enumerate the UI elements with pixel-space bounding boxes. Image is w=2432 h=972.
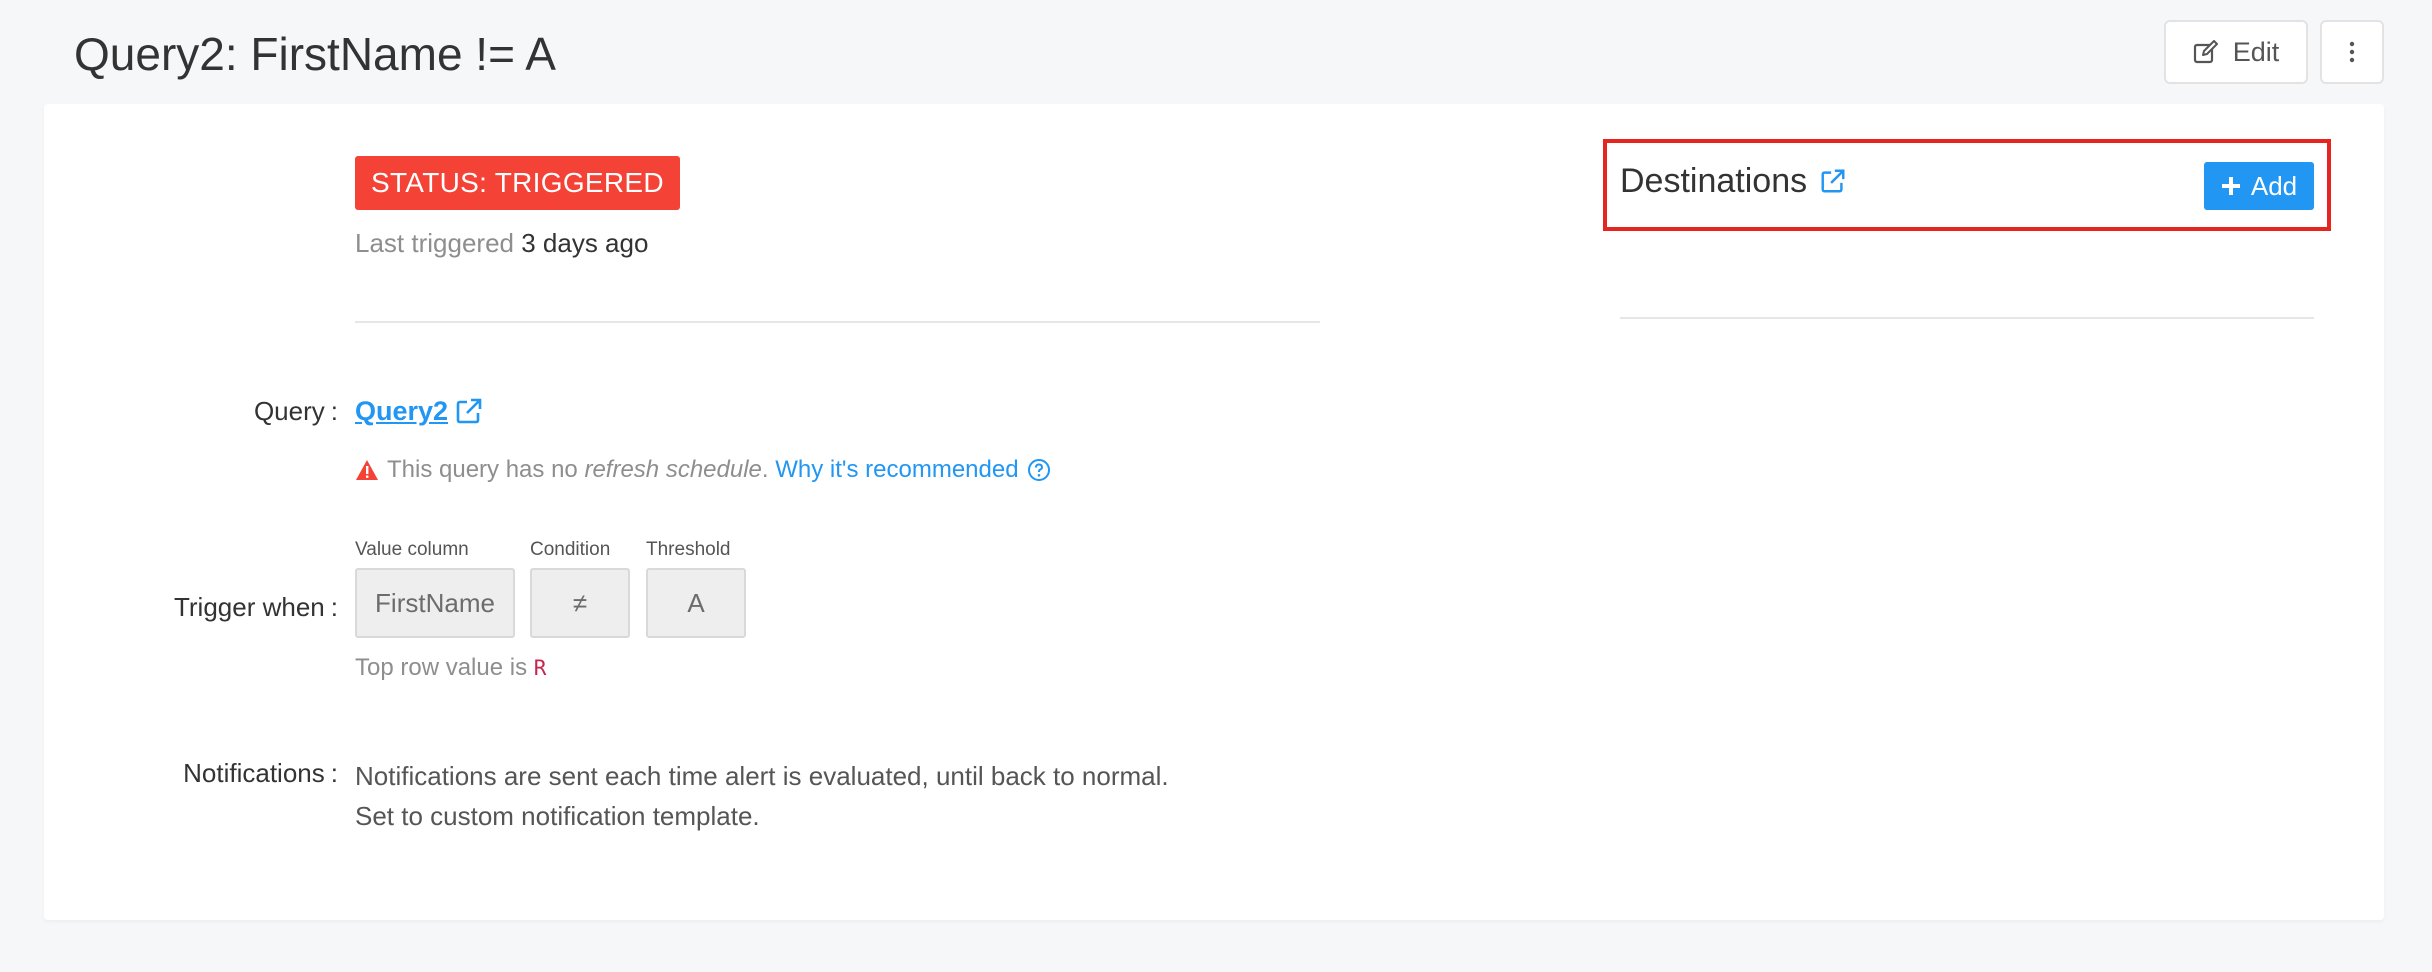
destinations-divider bbox=[1620, 317, 2314, 319]
query-link[interactable]: Query2 bbox=[355, 394, 448, 428]
destinations-title: Destinations bbox=[1620, 160, 1847, 202]
help-circle-icon[interactable] bbox=[1027, 458, 1051, 482]
notifications-row-label: Notifications: bbox=[183, 758, 338, 788]
threshold-caption: Threshold bbox=[646, 539, 731, 560]
plus-icon bbox=[2221, 176, 2241, 196]
page-title: Query2: FirstName != A bbox=[74, 28, 556, 80]
external-link-icon[interactable] bbox=[454, 396, 484, 426]
notifications-line-1: Notifications are sent each time alert i… bbox=[355, 761, 1169, 791]
query-label-text: Query bbox=[253, 396, 325, 426]
query-row-label: Query: bbox=[253, 396, 338, 426]
warning-icon bbox=[355, 459, 379, 481]
vertical-ellipsis-icon bbox=[2349, 40, 2355, 64]
value-column-field[interactable]: FirstName bbox=[355, 568, 515, 638]
trigger-label-text: Trigger when bbox=[173, 592, 325, 622]
notifications-line-2: Set to custom notification template. bbox=[355, 801, 760, 831]
warning-emphasis: refresh schedule bbox=[584, 456, 762, 483]
condition-caption: Condition bbox=[530, 539, 611, 560]
notifications-description: Notifications are sent each time alert i… bbox=[355, 756, 1169, 836]
top-row-value: Top row value is R bbox=[355, 652, 546, 684]
more-actions-button[interactable] bbox=[2320, 20, 2384, 84]
add-button-label: Add bbox=[2250, 170, 2298, 201]
warning-text: This query has no bbox=[387, 456, 578, 483]
last-triggered-value: 3 days ago bbox=[521, 228, 649, 258]
warning-suffix: . bbox=[761, 456, 769, 483]
destinations-title-text: Destinations bbox=[1620, 162, 1808, 200]
condition-field[interactable]: ≠ bbox=[530, 568, 630, 638]
divider bbox=[355, 321, 1320, 323]
last-triggered-label: Last triggered bbox=[355, 228, 514, 258]
add-destination-button[interactable]: Add bbox=[2204, 162, 2314, 210]
top-row-label: Top row value is bbox=[355, 654, 528, 681]
status-badge: STATUS: TRIGGERED bbox=[355, 156, 680, 210]
top-row-value-code: R bbox=[533, 656, 547, 680]
edit-button[interactable]: Edit bbox=[2164, 20, 2308, 84]
external-link-icon[interactable] bbox=[1819, 167, 1847, 195]
edit-button-label: Edit bbox=[2232, 36, 2280, 67]
notifications-label-text: Notifications bbox=[183, 758, 325, 788]
why-recommended-link[interactable]: Why it's recommended bbox=[775, 456, 1018, 483]
no-schedule-warning: This query has no refresh schedule. Why … bbox=[355, 454, 1051, 486]
trigger-row-label: Trigger when: bbox=[173, 592, 338, 622]
value-column-caption: Value column bbox=[355, 539, 469, 560]
last-triggered: Last triggered 3 days ago bbox=[355, 226, 648, 260]
edit-icon bbox=[2193, 40, 2219, 64]
threshold-field[interactable]: A bbox=[646, 568, 746, 638]
